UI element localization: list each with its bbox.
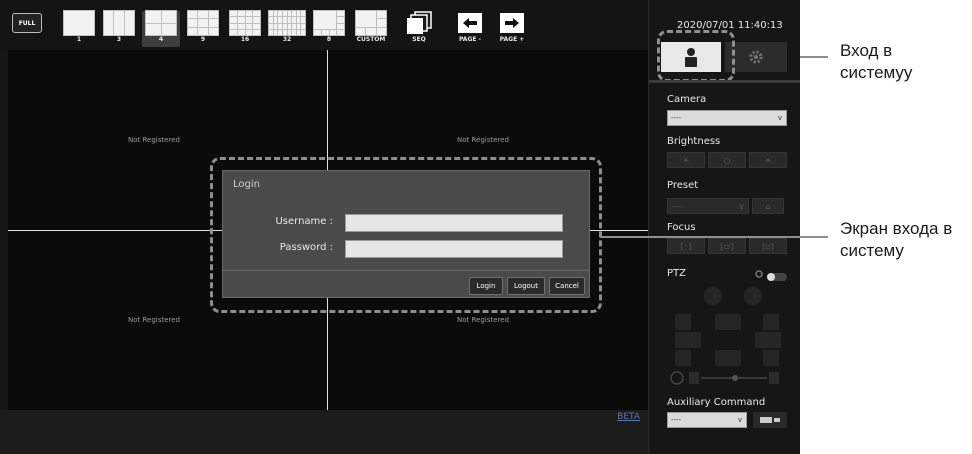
ptz-toggle[interactable] bbox=[753, 268, 789, 287]
arrow-right-icon bbox=[500, 13, 524, 33]
fullscreen-button[interactable]: FULL bbox=[12, 13, 42, 33]
focus-label: Focus bbox=[667, 222, 696, 233]
sequence-button[interactable]: SEQ bbox=[402, 11, 436, 47]
layout-1-button[interactable]: 1 bbox=[62, 10, 96, 47]
chevron-down-icon: v bbox=[777, 114, 782, 122]
aux-command-select[interactable]: ---- v bbox=[667, 412, 747, 428]
bottom-bar: BETA bbox=[0, 410, 648, 454]
layout-custom-icon bbox=[354, 9, 388, 37]
ptz-toggle-icon bbox=[755, 270, 787, 281]
brightness-down-button[interactable]: ☀ bbox=[667, 152, 705, 168]
brightness-controls: ☀ ○ ☀ bbox=[667, 152, 787, 168]
focus-far-button[interactable]: [▫] bbox=[749, 238, 787, 254]
preset-label: Preset bbox=[667, 180, 699, 191]
layout-3-icon bbox=[102, 10, 136, 36]
layout-32-button[interactable]: 32 bbox=[268, 9, 306, 47]
camera-select[interactable]: ---- v bbox=[667, 110, 787, 126]
sidebar-divider bbox=[649, 80, 800, 83]
preset-select[interactable]: ---- v bbox=[667, 198, 749, 214]
preset-controls: ---- v ⌂ bbox=[667, 198, 784, 214]
callout-login: Вход в системуу bbox=[840, 41, 913, 82]
layout-9-icon bbox=[186, 9, 220, 37]
ptz-pad[interactable] bbox=[667, 286, 791, 406]
layout-4-icon bbox=[145, 10, 177, 36]
focus-controls: [◦] [▭] [▫] bbox=[667, 238, 787, 254]
chevron-down-icon: v bbox=[737, 416, 742, 424]
page-next-button[interactable]: PAGE + bbox=[494, 11, 530, 47]
camera-command-icon bbox=[760, 417, 780, 423]
sequence-icon bbox=[407, 11, 432, 34]
focus-auto-button[interactable]: [▭] bbox=[708, 238, 746, 254]
brightness-reset-button[interactable]: ○ bbox=[708, 152, 746, 168]
ptz-label: PTZ bbox=[667, 268, 686, 279]
focus-near-button[interactable]: [◦] bbox=[667, 238, 705, 254]
layout-16-icon bbox=[229, 9, 261, 37]
login-tab-highlight bbox=[657, 30, 735, 82]
callout-leader-login-screen bbox=[600, 236, 828, 238]
login-dialog-highlight bbox=[210, 157, 602, 313]
layout-custom-button[interactable]: CUSTOM bbox=[352, 9, 390, 47]
arrow-left-icon bbox=[458, 13, 482, 33]
callout-leader-login bbox=[800, 56, 828, 58]
preset-home-button[interactable]: ⌂ bbox=[752, 198, 784, 214]
beta-link[interactable]: BETA bbox=[617, 412, 640, 422]
chevron-down-icon: v bbox=[739, 201, 744, 211]
layout-16-button[interactable]: 16 bbox=[228, 9, 262, 47]
video-cell-status: Not Registered bbox=[457, 136, 509, 144]
brightness-label: Brightness bbox=[667, 136, 721, 147]
page-prev-button[interactable]: PAGE - bbox=[452, 11, 488, 47]
vms-app: FULL 1 3 4 9 16 32 8 CUSTOM SEQ PAGE - P… bbox=[0, 0, 800, 454]
layout-32-icon bbox=[268, 9, 306, 37]
brightness-up-button[interactable]: ☀ bbox=[749, 152, 787, 168]
layout-1-icon bbox=[63, 10, 95, 36]
layout-9-button[interactable]: 9 bbox=[186, 9, 220, 47]
control-sidebar: 2020/07/01 11:40:13 Camera ---- v Bright… bbox=[648, 0, 800, 454]
aux-command-label: Auxiliary Command bbox=[667, 397, 766, 408]
video-cell-status: Not Registered bbox=[128, 136, 180, 144]
camera-label: Camera bbox=[667, 94, 707, 105]
layout-toolbar: FULL 1 3 4 9 16 32 8 CUSTOM SEQ PAGE - P… bbox=[0, 0, 648, 50]
callout-login-screen: Экран входа в систему bbox=[840, 219, 953, 260]
layout-8-icon bbox=[312, 9, 345, 37]
gear-icon bbox=[749, 50, 763, 64]
video-cell-status: Not Registered bbox=[128, 316, 180, 324]
layout-8-button[interactable]: 8 bbox=[312, 9, 346, 47]
video-cell-status: Not Registered bbox=[457, 316, 509, 324]
layout-4-button[interactable]: 4 bbox=[142, 10, 180, 47]
layout-3-button[interactable]: 3 bbox=[102, 10, 136, 47]
aux-command-send-button[interactable] bbox=[753, 412, 787, 428]
